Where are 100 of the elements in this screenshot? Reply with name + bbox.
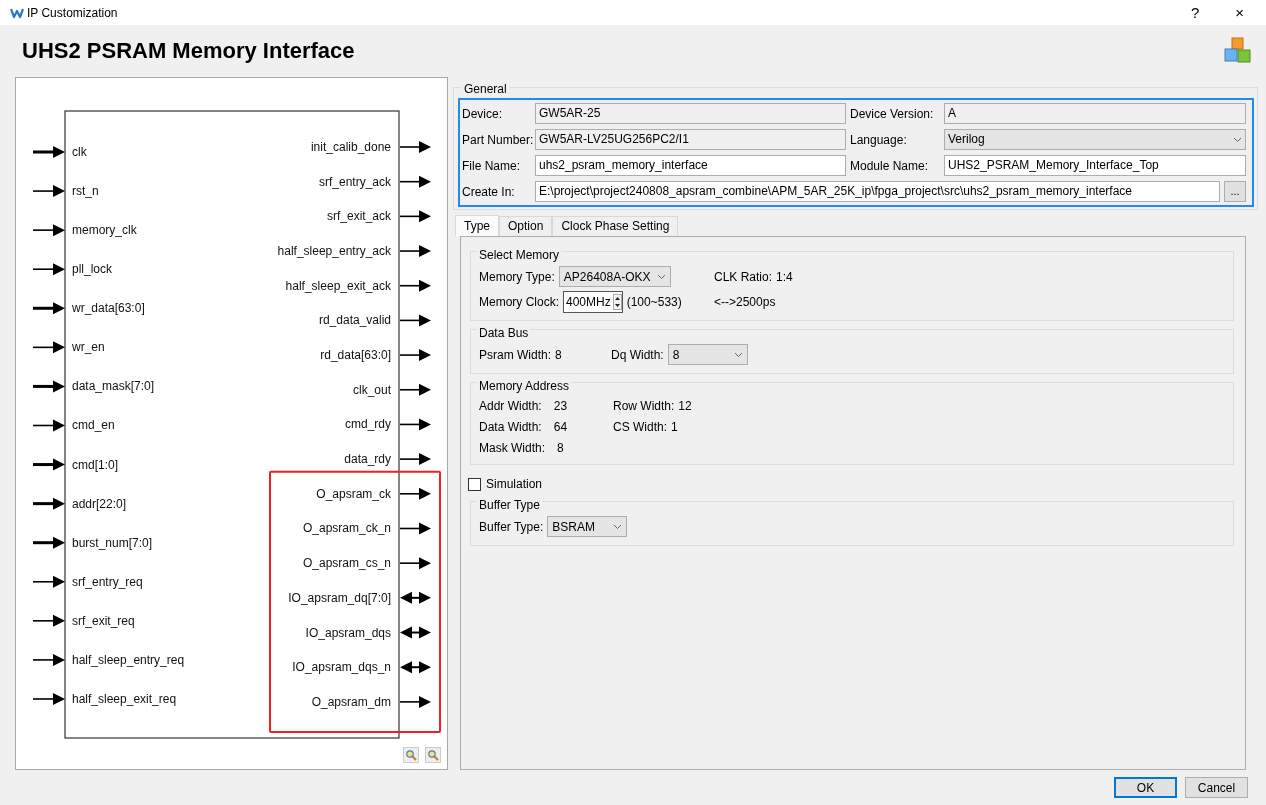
port-label: wr_data[63:0] xyxy=(72,301,145,316)
port-label: data_rdy xyxy=(344,452,391,467)
zoom-out-button[interactable] xyxy=(425,747,441,763)
input-field[interactable]: E:\project\project240808_apsram_combine\APM_5AR_25K_ip\fpga_project\src\uhs2_psram_memory_interface xyxy=(535,181,1220,202)
input-field[interactable]: uhs2_psram_memory_interface xyxy=(535,155,846,176)
output-arrow xyxy=(399,141,431,153)
field-label: Memory Type: xyxy=(479,268,555,286)
chevron-down-icon xyxy=(1233,136,1242,143)
browse-button[interactable]: ... xyxy=(1224,181,1246,202)
port-label: srf_entry_req xyxy=(72,574,143,589)
port-label: wr_en xyxy=(72,340,105,355)
port-label: data_mask[7:0] xyxy=(72,379,155,394)
output-arrow xyxy=(399,314,431,327)
input-field[interactable]: UHS2_PSRAM_Memory_Interface_Top xyxy=(944,155,1246,176)
port-label: cmd_en xyxy=(72,418,115,433)
port-label: burst_num[7:0] xyxy=(72,535,153,550)
chevron-down-icon xyxy=(656,273,666,280)
port-label: half_sleep_exit_ack xyxy=(285,278,391,293)
port-label: rd_data_valid xyxy=(318,313,391,328)
dialog-button[interactable]: OK xyxy=(1114,777,1177,798)
tab[interactable]: Clock Phase Setting xyxy=(552,216,679,236)
help-button[interactable]: ? xyxy=(1178,0,1212,25)
output-arrow xyxy=(399,695,431,708)
output-arrow xyxy=(399,279,431,292)
spin-box[interactable]: 400MHz xyxy=(563,290,623,313)
field-label: CLK Ratio: xyxy=(714,268,773,286)
port-label: O_apsram_ck_n xyxy=(302,521,391,536)
port-label: cmd_rdy xyxy=(345,417,391,432)
field-label: 1:4 xyxy=(776,268,793,286)
zoom-in-button[interactable] xyxy=(403,747,419,763)
field-label: 12 xyxy=(678,397,692,415)
output-arrow xyxy=(399,175,431,188)
field-label: Data Width: xyxy=(479,418,542,436)
readonly-field: GW5AR-25 xyxy=(535,103,846,124)
field-label: 64 xyxy=(553,418,568,436)
port-label: rd_data[63:0] xyxy=(320,348,391,363)
field-label: Device Version: xyxy=(850,105,935,123)
output-arrow xyxy=(399,453,431,466)
port-label: srf_exit_ack xyxy=(326,209,391,224)
field-label: Memory Clock: xyxy=(479,293,559,311)
dropdown[interactable]: 8 xyxy=(667,344,748,365)
close-button[interactable]: × xyxy=(1223,0,1256,25)
field-label: <-->2500ps xyxy=(714,293,776,311)
chevron-down-icon xyxy=(613,523,623,530)
tab[interactable]: Type xyxy=(455,215,499,236)
field-label: Dq Width: xyxy=(611,346,664,364)
checkbox-label: Simulation xyxy=(486,476,543,493)
port-label: srf_entry_ack xyxy=(318,174,391,189)
dialog-button[interactable]: Cancel xyxy=(1185,777,1248,798)
field-label: Create In: xyxy=(462,183,516,201)
port-label: memory_clk xyxy=(72,223,137,238)
port-label: IO_apsram_dqs xyxy=(305,625,391,640)
field-label: Buffer Type: xyxy=(479,518,544,536)
port-label: rst_n xyxy=(72,184,99,199)
port-label: O_apsram_cs_n xyxy=(302,556,391,571)
dropdown[interactable]: BSRAM xyxy=(547,516,628,537)
field-label: Device: xyxy=(462,105,503,123)
chevron-down-icon xyxy=(733,351,743,358)
field-label: 8 xyxy=(557,439,564,457)
app-logo-icon xyxy=(10,6,24,19)
dropdown[interactable]: AP26408A-OKX xyxy=(558,266,671,287)
field-label: 23 xyxy=(553,397,568,415)
port-label: clk xyxy=(72,145,87,159)
tab[interactable]: Option xyxy=(499,216,553,236)
field-label: Psram Width: xyxy=(479,346,551,364)
window-title: IP Customization xyxy=(27,4,118,22)
port-label: IO_apsram_dqs_n xyxy=(292,660,391,675)
field-label: Row Width: xyxy=(613,397,675,415)
port-label: addr[22:0] xyxy=(72,496,127,511)
port-label: cmd[1:0] xyxy=(72,457,119,472)
bidirectional-arrow xyxy=(400,661,431,674)
checkbox[interactable] xyxy=(468,477,481,491)
port-label: O_apsram_ck xyxy=(316,486,391,501)
field-label: Mask Width: xyxy=(479,439,545,457)
output-arrow xyxy=(399,418,431,431)
output-arrow xyxy=(399,245,431,258)
port-label: O_apsram_dm xyxy=(311,694,391,709)
field-label: Module Name: xyxy=(850,157,930,175)
port-label: half_sleep_entry_ack xyxy=(277,244,391,259)
bidirectional-arrow xyxy=(400,626,431,639)
output-arrow xyxy=(399,522,431,535)
field-label: 1 xyxy=(671,418,678,436)
output-arrow xyxy=(399,557,431,570)
readonly-field: A xyxy=(944,103,1246,124)
field-label: Part Number: xyxy=(462,131,535,149)
language-dropdown[interactable]: Verilog xyxy=(944,129,1246,150)
output-arrow xyxy=(399,210,431,223)
readonly-field: GW5AR-LV25UG256PC2/I1 xyxy=(535,129,846,150)
field-label: 8 xyxy=(555,346,562,364)
bidirectional-arrow xyxy=(400,591,431,604)
port-label: clk_out xyxy=(352,382,391,397)
port-label: half_sleep_entry_req xyxy=(72,652,185,667)
port-label: init_calib_done xyxy=(310,140,391,154)
page-heading: UHS2 PSRAM Memory Interface xyxy=(22,37,355,65)
output-arrow xyxy=(399,383,431,396)
cubes-icon xyxy=(1224,37,1252,65)
port-label: srf_exit_req xyxy=(72,613,135,628)
spin-arrows-icon[interactable] xyxy=(612,293,622,310)
field-label: Language: xyxy=(850,131,908,149)
port-label: pll_lock xyxy=(72,262,113,277)
